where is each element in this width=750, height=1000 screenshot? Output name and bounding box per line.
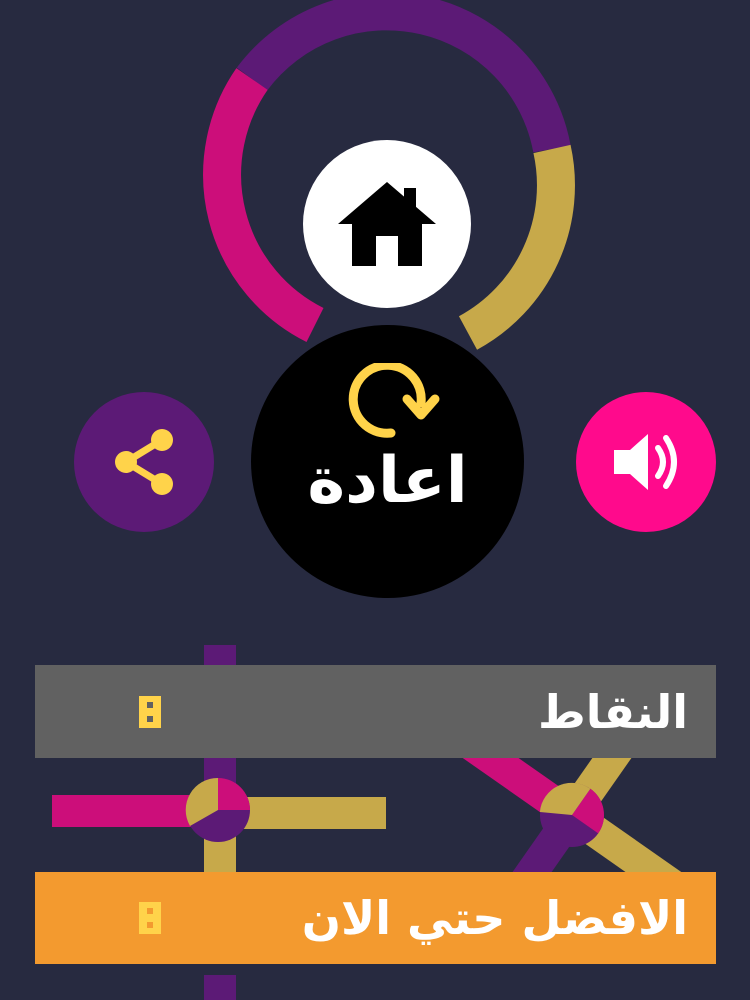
best-score-label: الافضل حتي الان: [301, 891, 688, 945]
home-button[interactable]: [303, 140, 471, 308]
house-icon: [338, 182, 436, 266]
share-button[interactable]: [74, 392, 214, 532]
cross-left-hub-magenta: [218, 778, 250, 810]
replay-button[interactable]: اعادة: [251, 325, 524, 598]
cross-left-right: [230, 797, 386, 829]
circular-arrow-icon: [348, 363, 439, 438]
ring-segment-magenta: [203, 68, 324, 342]
speaker-volume-icon: [614, 434, 677, 490]
colon-icon: [139, 695, 161, 728]
best-score-bar: الافضل حتي الان: [35, 872, 716, 964]
share-icon: [115, 429, 173, 495]
colon-icon: [139, 902, 161, 934]
score-value-group: [63, 695, 161, 728]
score-label: النقاط: [538, 684, 688, 739]
sound-button[interactable]: [576, 392, 716, 532]
bottom-strip: [204, 975, 236, 1000]
best-value-group: [63, 902, 161, 934]
ring-segment-gold: [458, 144, 575, 350]
replay-label: اعادة: [307, 444, 468, 518]
score-bar: النقاط: [35, 665, 716, 758]
ring-segment-purple: [236, 0, 571, 153]
